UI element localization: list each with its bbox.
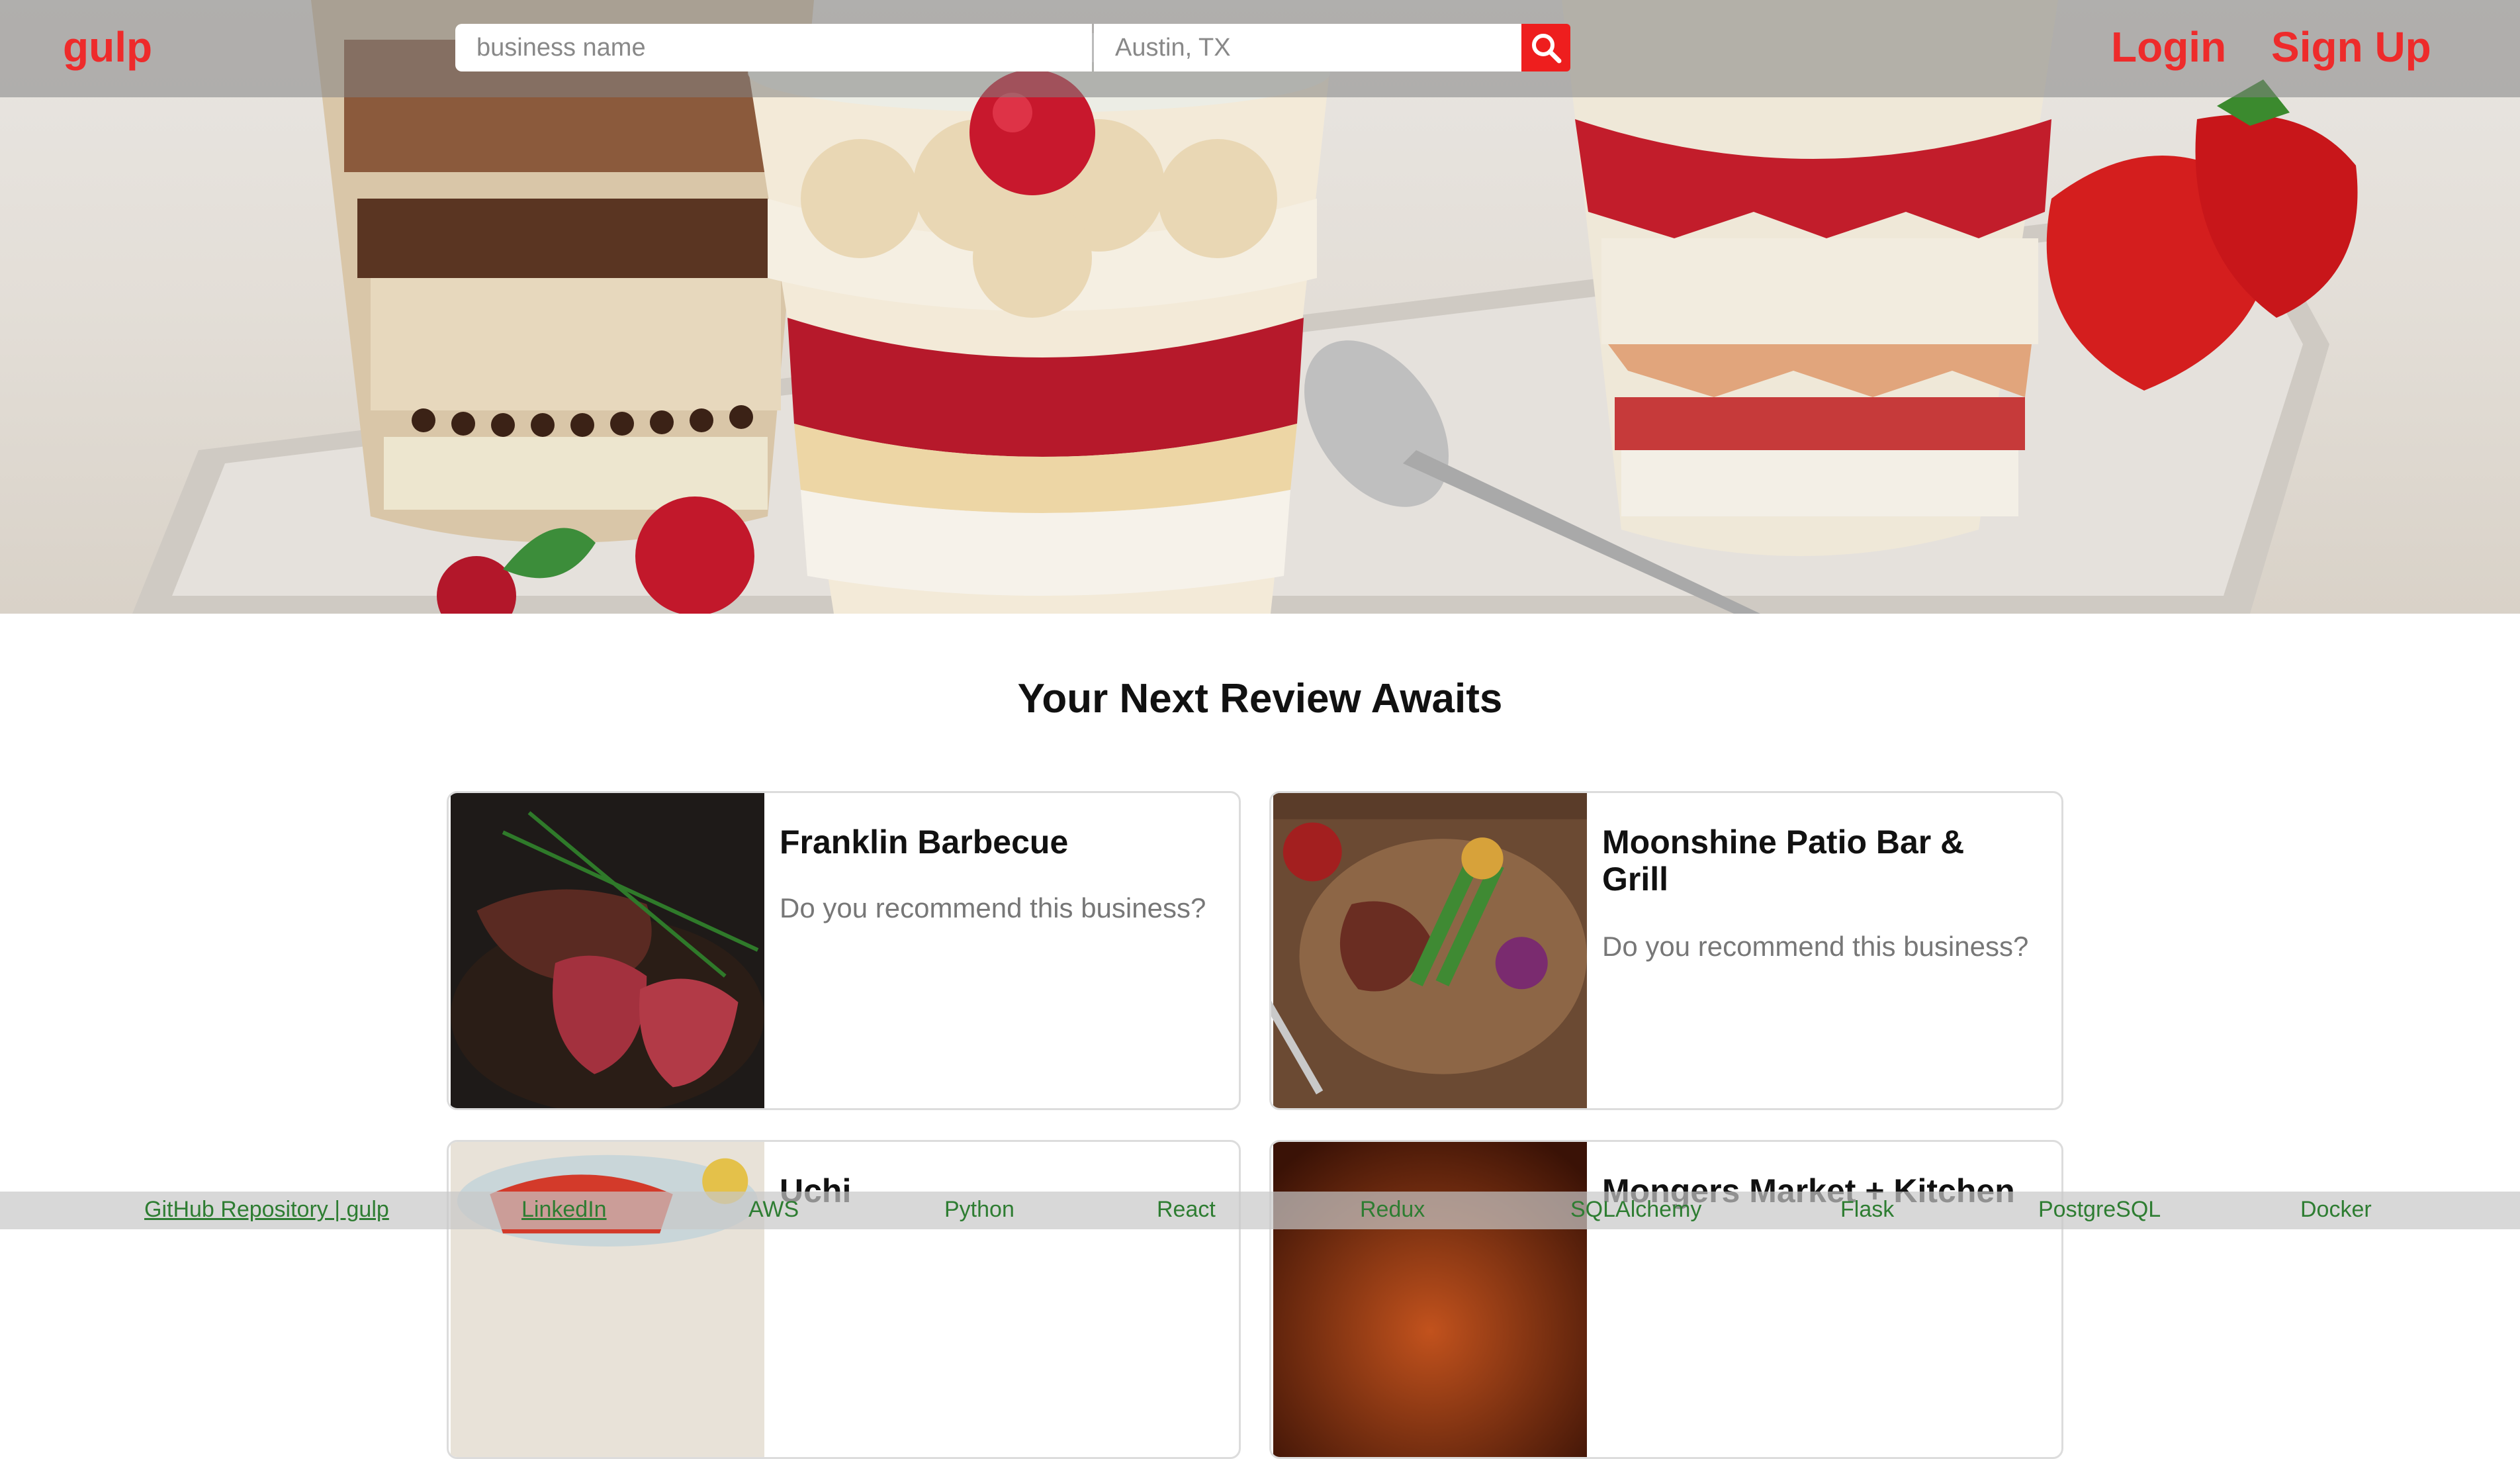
footer-link-flask[interactable]: Flask: [1840, 1197, 1894, 1223]
business-thumbnail-image: [450, 793, 765, 1108]
footer-link-python[interactable]: Python: [944, 1197, 1014, 1223]
location-input[interactable]: Austin, TX: [1094, 24, 1521, 71]
footer-link-linkedin[interactable]: LinkedIn: [521, 1197, 607, 1223]
section-title: Your Next Review Awaits: [1017, 676, 1503, 722]
business-card-moonshine-patio[interactable]: Moonshine Patio Bar & Grill Do you recom…: [1269, 791, 2063, 1110]
business-card-mongers-market[interactable]: Mongers Market + Kitchen: [1269, 1140, 2063, 1459]
gulp-logo[interactable]: gulp: [63, 23, 152, 71]
signup-link[interactable]: Sign Up: [2271, 23, 2431, 71]
footer-link-docker[interactable]: Docker: [2300, 1197, 2372, 1223]
business-thumbnail-image: [450, 1142, 765, 1457]
business-name-input[interactable]: business name: [455, 24, 1092, 71]
top-navigation-bar: gulp business name Austin, TX Login Sign…: [0, 0, 2520, 97]
business-thumbnail-image: [1271, 793, 1588, 1108]
business-name[interactable]: Moonshine Patio Bar & Grill: [1602, 824, 2026, 898]
recommend-prompt: Do you recommend this business?: [1602, 931, 2029, 962]
footer-bar: GitHub Repository | gulp LinkedIn AWS Py…: [0, 1192, 2520, 1229]
business-card-uchi[interactable]: Uchi: [447, 1140, 1241, 1459]
business-thumbnail-image: [1273, 1142, 1588, 1457]
footer-link-redux[interactable]: Redux: [1360, 1197, 1425, 1223]
footer-link-react[interactable]: React: [1157, 1197, 1216, 1223]
search-icon: [1532, 34, 1562, 64]
recommend-prompt: Do you recommend this business?: [780, 892, 1206, 923]
search-bar: business name Austin, TX: [455, 24, 1776, 71]
business-name[interactable]: Franklin Barbecue: [780, 824, 1203, 861]
search-button[interactable]: [1521, 24, 1570, 71]
login-link[interactable]: Login: [2111, 23, 2226, 71]
footer-link-sqlalchemy[interactable]: SQLAlchemy: [1570, 1197, 1701, 1223]
footer-link-github[interactable]: GitHub Repository | gulp: [144, 1197, 389, 1223]
footer-link-aws[interactable]: AWS: [748, 1197, 799, 1223]
business-card-franklin-barbecue[interactable]: Franklin Barbecue Do you recommend this …: [447, 791, 1241, 1110]
footer-link-postgresql[interactable]: PostgreSQL: [2038, 1197, 2161, 1223]
